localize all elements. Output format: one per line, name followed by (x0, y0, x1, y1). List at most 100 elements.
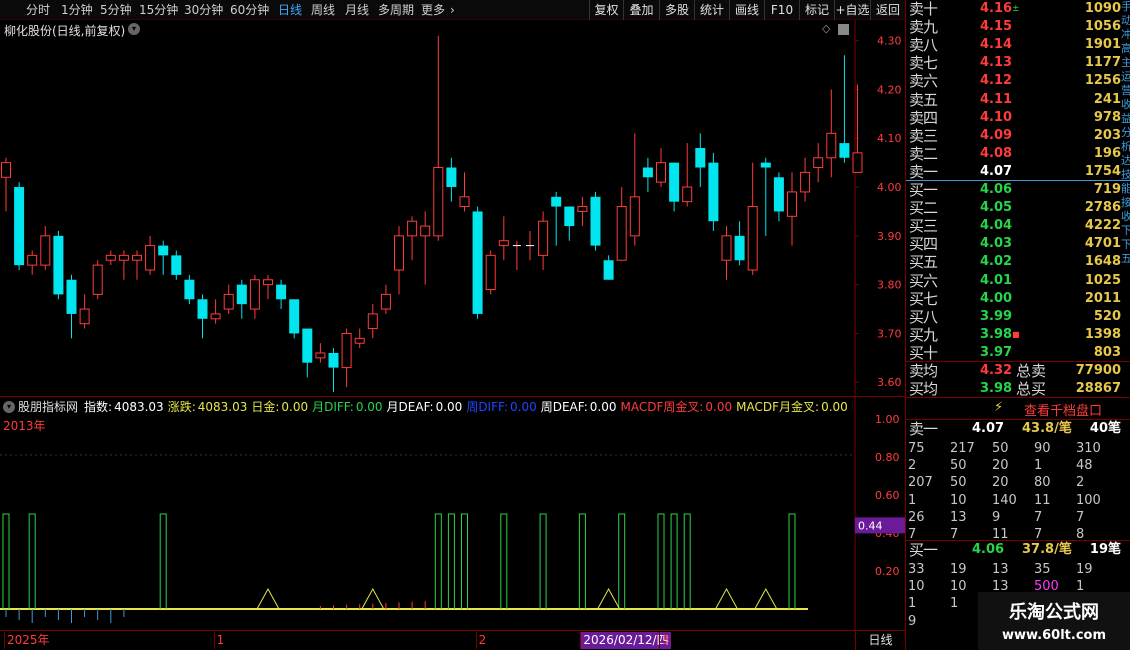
chevron-down-icon[interactable]: ▾ (128, 23, 140, 35)
toolbar-button-0[interactable]: 复权 (589, 0, 623, 20)
orderbook-volume: 2786 (1084, 200, 1121, 216)
lightning-icon: ⚡ (994, 400, 1004, 415)
toolbar-button-8[interactable]: 返回 (870, 0, 905, 20)
candle-body-up (132, 254, 142, 261)
candle[interactable] (53, 230, 64, 300)
orderbook-sell-row[interactable]: 卖五 4.11 241 (906, 91, 1130, 109)
indicator-legend-label: MACDF周金叉: (620, 400, 704, 414)
candle-body-down (302, 328, 313, 363)
orderbook-avg-buy-row: 买均 3.98 总买 28867 (906, 380, 1130, 398)
orderbook-buy-row[interactable]: 买六 4.01 1025 (906, 272, 1130, 290)
candlestick-chart[interactable]: 4.30 4.20 4.10 4.00 3.90 3.80 3.70 3.60 柳化股份(日线… (0, 20, 905, 396)
orderbook-buy-row[interactable]: 买三 4.04 4222 (906, 217, 1130, 235)
toolbar-item-6[interactable]: 日线 (278, 0, 302, 20)
orderbook-price: 4.00 (980, 290, 1013, 306)
orderbook-level-label: 卖五 (909, 90, 938, 109)
indicator-legend-item: 周DIFF: 0.00 (466, 400, 536, 414)
candle-body-up (118, 254, 129, 261)
indicator-legend-label: 周DIFF: (466, 400, 509, 414)
view-depth-button[interactable]: 查看千档盘口 (1024, 400, 1102, 419)
orderbook-buy-row[interactable]: 买九 3.98 ■ 1398 (906, 326, 1130, 344)
candle[interactable] (14, 182, 25, 270)
orderbook-level-label: 买八 (909, 307, 938, 326)
orderbook-buy-row[interactable]: 买四 4.03 4701 (906, 235, 1130, 253)
toolbar-button-5[interactable]: F10 (764, 0, 799, 20)
indicator-collapse-icon[interactable]: ▾ (3, 401, 15, 413)
indicator-legend-item: MACDF月金叉: 0.00 (736, 400, 848, 414)
toolbar-item-10[interactable]: 更多 (421, 0, 445, 20)
orderbook-detail-avg: 37.8/笔 (1022, 542, 1072, 557)
orderbook-volume: 203 (1093, 127, 1121, 143)
toolbar-item-2[interactable]: 5分钟 (100, 0, 132, 20)
orderbook-lower-divider (906, 397, 1130, 398)
orderbook-level-label: 卖七 (909, 54, 938, 73)
orderbook-tick-value: 207 (908, 475, 933, 491)
candle-body-up (210, 313, 221, 320)
candle-body-up (407, 220, 418, 237)
period-label[interactable]: 日线 (855, 631, 905, 650)
candle-body-up (105, 254, 116, 261)
candle-body-up (263, 279, 273, 286)
orderbook-sell-row[interactable]: 卖八 4.14 1901 (906, 36, 1130, 54)
candle-body-up (354, 337, 365, 344)
toolbar-item-4[interactable]: 30分钟 (184, 0, 223, 20)
candle[interactable] (590, 191, 601, 251)
chevron-right-icon[interactable]: › (450, 0, 455, 20)
orderbook-buy-row[interactable]: 买五 4.02 1648 (906, 253, 1130, 271)
orderbook-sell-row[interactable]: 卖六 4.12 1256 (906, 72, 1130, 90)
candle[interactable] (92, 260, 103, 300)
orderbook-sell-row[interactable]: 卖七 4.13 1177 (906, 54, 1130, 72)
indicator-legend-item: 日金: 0.00 (251, 400, 308, 414)
toolbar-item-3[interactable]: 15分钟 (139, 0, 178, 20)
indicator-legend-label: 周DEAF: (540, 400, 588, 414)
toolbar-item-8[interactable]: 月线 (345, 0, 369, 20)
orderbook-buy-row[interactable]: 买七 4.00 2011 (906, 290, 1130, 308)
orderbook-sell-row[interactable]: 卖九 4.15 1056 (906, 18, 1130, 36)
toolbar-item-1[interactable]: 1分钟 (61, 0, 93, 20)
toolbar-item-0[interactable]: 分时 (26, 0, 50, 20)
toolbar-button-3[interactable]: 统计 (694, 0, 729, 20)
orderbook-volume: 1025 (1084, 272, 1121, 288)
orderbook-sell-row[interactable]: 卖十 4.16 ±1090 (906, 0, 1130, 18)
diamond-icon[interactable]: ◇ (822, 22, 830, 35)
candle-body-up (1, 162, 11, 178)
price-axis-label: 3.80 (877, 279, 902, 292)
orderbook-detail-row[interactable]: 卖一 4.07 43.8/笔 40笔 (906, 420, 1130, 438)
orderbook-sell-row[interactable]: 卖二 4.08 196 (906, 145, 1130, 163)
orderbook-mark-icon: ± (1012, 4, 1020, 14)
orderbook-buy-row[interactable]: 买十 3.97 803 (906, 344, 1130, 362)
toolbar-button-6[interactable]: 标记 (799, 0, 834, 20)
orderbook-buy-row[interactable]: 买一 4.06 719 (906, 181, 1130, 199)
orderbook-buy-row[interactable]: 买八 3.99 520 (906, 308, 1130, 326)
orderbook-tick-value: 80 (1034, 475, 1051, 491)
toolbar-item-9[interactable]: 多周期 (378, 0, 414, 20)
indicator-legend-value: 0.00 (589, 400, 617, 414)
orderbook-sell-row[interactable]: 卖一 4.07 1754 (906, 163, 1130, 181)
candle[interactable] (708, 152, 719, 231)
toolbar-button-2[interactable]: 多股 (659, 0, 694, 20)
toolbar-button-7[interactable]: +自选 (834, 0, 870, 20)
candle-body-up (249, 279, 260, 310)
toolbar-item-7[interactable]: 周线 (311, 0, 335, 20)
orderbook-level-label: 卖八 (909, 36, 938, 55)
indicator-panel[interactable]: 1.00 0.80 0.60 0.40 0.20 0.44 ▾ 股朋指标网 指数: 4083.… (0, 396, 905, 631)
orderbook-buy-row[interactable]: 买二 4.05 2786 (906, 199, 1130, 217)
toolbar-button-4[interactable]: 画线 (729, 0, 764, 20)
candle[interactable] (472, 206, 483, 319)
side-tab-strip[interactable]: 手动冲高主运营收益分析达技能接收下下五 (1121, 0, 1130, 360)
price-axis-label: 4.10 (877, 132, 902, 145)
orderbook-detail-row[interactable]: 买一 4.06 37.8/笔 19笔 (906, 541, 1130, 559)
candle-body-up (629, 196, 640, 237)
candle[interactable] (485, 250, 496, 295)
toolbar-button-1[interactable]: 叠加 (623, 0, 659, 20)
price-axis-label: 4.30 (877, 35, 902, 48)
orderbook-level-label: 卖二 (909, 144, 938, 163)
orderbook-sell-row[interactable]: 卖三 4.09 203 (906, 127, 1130, 145)
orderbook-volume: 1901 (1084, 37, 1121, 53)
window-toggle-icon[interactable] (838, 24, 849, 35)
toolbar-item-5[interactable]: 60分钟 (230, 0, 269, 20)
orderbook-tick-value: 50 (950, 458, 967, 474)
orderbook-volume: 978 (1093, 109, 1121, 125)
candle[interactable] (289, 299, 300, 339)
orderbook-sell-row[interactable]: 卖四 4.10 978 (906, 109, 1130, 127)
